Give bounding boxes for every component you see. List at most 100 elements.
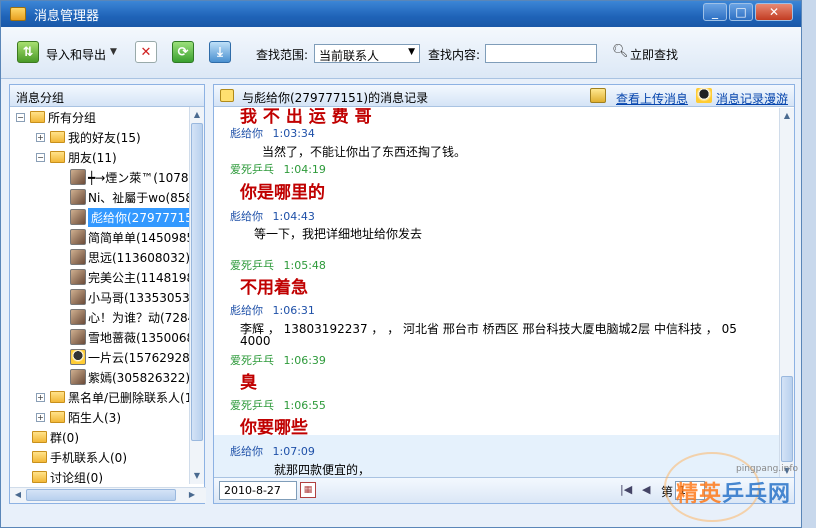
view-uploaded-messages-link[interactable]: 查看上传消息 [616,90,688,107]
import-export-button[interactable]: 导入和导出 [46,46,106,63]
close-button[interactable]: ✕ [755,3,793,21]
group-tree: − 所有分组 + 我的好友(15) − 朋友(11) ┿→煙ン萊™(10782 … [10,107,190,484]
message-header: 彪给你 1:03:34 [230,125,315,141]
title-bar[interactable]: 消息管理器 _ □ ✕ [1,1,801,27]
contact-label: 彪给你(279777151) [88,207,190,227]
expand-icon[interactable]: + [36,132,45,142]
tree-group-label: 我的好友(15) [68,130,141,145]
tree-contact[interactable]: 心！为谁？动(72847 [70,307,190,327]
search-icon[interactable]: 🔍︎ [612,44,629,59]
tree-group-friends[interactable]: + 我的好友(15) [36,127,141,147]
collapse-icon[interactable]: − [36,152,45,162]
chevron-down-icon[interactable]: ▼ [110,47,117,57]
message-text: 4000 [240,334,271,348]
tree-item-discussion[interactable]: 讨论组(0) [32,467,103,484]
scroll-up-icon[interactable]: ▲ [781,109,793,123]
date-field[interactable]: 2010-8-27 [219,481,297,500]
folder-icon [50,411,65,423]
tree-contact[interactable]: 思远(113608032) [70,247,190,267]
messages-vertical-scrollbar[interactable]: ▲ ▼ [779,108,794,479]
message-header: 彪给你 1:06:31 [230,302,315,318]
maximize-button[interactable]: □ [729,3,753,21]
search-range-label: 查找范围: [256,48,309,62]
tree-contact[interactable]: 小马哥(1335305359) [70,287,190,307]
window-controls: _ □ ✕ [703,3,793,21]
message-text: 不用着急 [240,278,308,298]
message-text: 你要哪些 [240,418,308,438]
search-range-value: 当前联系人 [319,49,380,63]
tree-contact[interactable]: 紫嫣(305826322) [70,367,190,387]
tree-root[interactable]: − 所有分组 [16,107,96,127]
qq-penguin-icon[interactable] [696,88,712,103]
scroll-up-icon[interactable]: ▲ [191,108,203,122]
avatar [70,249,86,265]
scroll-thumb[interactable] [26,489,176,501]
window-title: 消息管理器 [34,8,100,24]
search-now-button[interactable]: 立即查找 [630,46,678,63]
message-header: 爱死乒乓 1:04:19 [230,161,326,177]
tree-contact-selected[interactable]: 彪给你(279777151) [70,207,190,227]
first-page-icon[interactable]: |◀ [620,483,632,496]
refresh-icon[interactable]: ⟳ [172,41,194,63]
message-sender: 爱死乒乓 [230,399,274,412]
avatar [70,329,86,345]
tree-group-strangers[interactable]: + 陌生人(3) [36,407,121,427]
contact-label: 心！为谁？动(72847 [88,310,190,325]
tree-contact[interactable]: Ni、祉屬于wo(85821 [70,187,190,207]
search-range-select[interactable]: 当前联系人 ▼ [314,44,420,63]
watermark-logo-blue: 乒乓网 [722,482,792,507]
avatar [70,269,86,285]
chevron-down-icon: ▼ [408,47,415,57]
scroll-thumb[interactable] [191,123,203,441]
contact-label: 简简单单(14509853 [88,230,190,245]
tree-contact[interactable]: 简简单单(14509853 [70,227,190,247]
message-time: 1:06:39 [283,354,326,367]
message-roaming-link[interactable]: 消息记录漫游 [716,90,788,107]
tree-contact[interactable]: ┿→煙ン萊™(10782 [70,167,190,187]
tree-contact[interactable]: 一片云(1576292833) [70,347,190,367]
tree-item-label: 群(0) [50,430,79,445]
message-sender: 彪给你 [230,127,263,140]
import-export-icon[interactable]: ⇅ [17,41,39,63]
toolbar: ⇅ 导入和导出 ▼ ✕ ⟳ ⤓ 查找范围: 当前联系人 ▼ 查找内容: 🔍︎ 立… [1,27,801,79]
delete-icon[interactable]: ✕ [135,41,157,63]
tree-contact[interactable]: 完美公主(11481985 [70,267,190,287]
calendar-icon[interactable]: ▦ [300,482,316,498]
collapse-icon[interactable]: − [16,112,25,122]
scroll-thumb[interactable] [781,376,793,462]
message-text: 就那四款便宜的， [274,463,371,477]
contact-label: 紫嫣(305826322) [88,370,190,385]
tree-group-label: 陌生人(3) [68,410,121,425]
scroll-right-icon[interactable]: ▶ [186,488,198,502]
message-header: 爱死乒乓 1:05:48 [230,257,326,273]
message-sender: 彪给你 [230,304,263,317]
expand-icon[interactable]: + [36,412,45,422]
minimize-button[interactable]: _ [703,3,727,21]
contact-label: 雪地蔷薇(13500682 [88,330,190,345]
message-sender: 爱死乒乓 [230,354,274,367]
contact-label: 思远(113608032) [88,250,190,265]
search-content-input[interactable] [485,44,597,63]
export-icon[interactable]: ⤓ [209,41,231,63]
tree-item-groups[interactable]: 群(0) [32,427,79,447]
scroll-left-icon[interactable]: ◀ [12,488,24,502]
message-panel-header: 与彪给你(279777151)的消息记录 查看上传消息 消息记录漫游 [214,85,794,107]
folder-icon [50,131,65,143]
tree-vertical-scrollbar[interactable]: ▲ ▼ [189,107,204,484]
tree-group-pengyou[interactable]: − 朋友(11) [36,147,117,167]
group-tree-panel: 消息分组 − 所有分组 + 我的好友(15) − 朋友(11) ┿→煙ン萊™(1… [9,84,206,504]
folder-icon [32,451,47,463]
tree-horizontal-scrollbar[interactable]: ◀ ▶ [10,487,206,503]
qq-penguin-icon [70,349,86,365]
tree-contact[interactable]: 雪地蔷薇(13500682 [70,327,190,347]
scroll-down-icon[interactable]: ▼ [191,469,203,483]
tree-group-blacklist[interactable]: + 黑名单/已删除联系人(1 [36,387,190,407]
previous-page-icon[interactable]: ◀ [642,483,650,496]
watermark-site: pingpang.info [736,464,799,474]
upload-messages-icon[interactable] [590,88,606,103]
expand-icon[interactable]: + [36,392,45,402]
message-text: 你是哪里的 [240,183,325,203]
message-list: 我 不 出 运 费 哥 彪给你 1:03:34 当然了，不能让你出了东西还掏了钱… [214,108,780,479]
contact-label: 一片云(1576292833) [88,350,190,365]
tree-item-phone-contacts[interactable]: 手机联系人(0) [32,447,127,467]
